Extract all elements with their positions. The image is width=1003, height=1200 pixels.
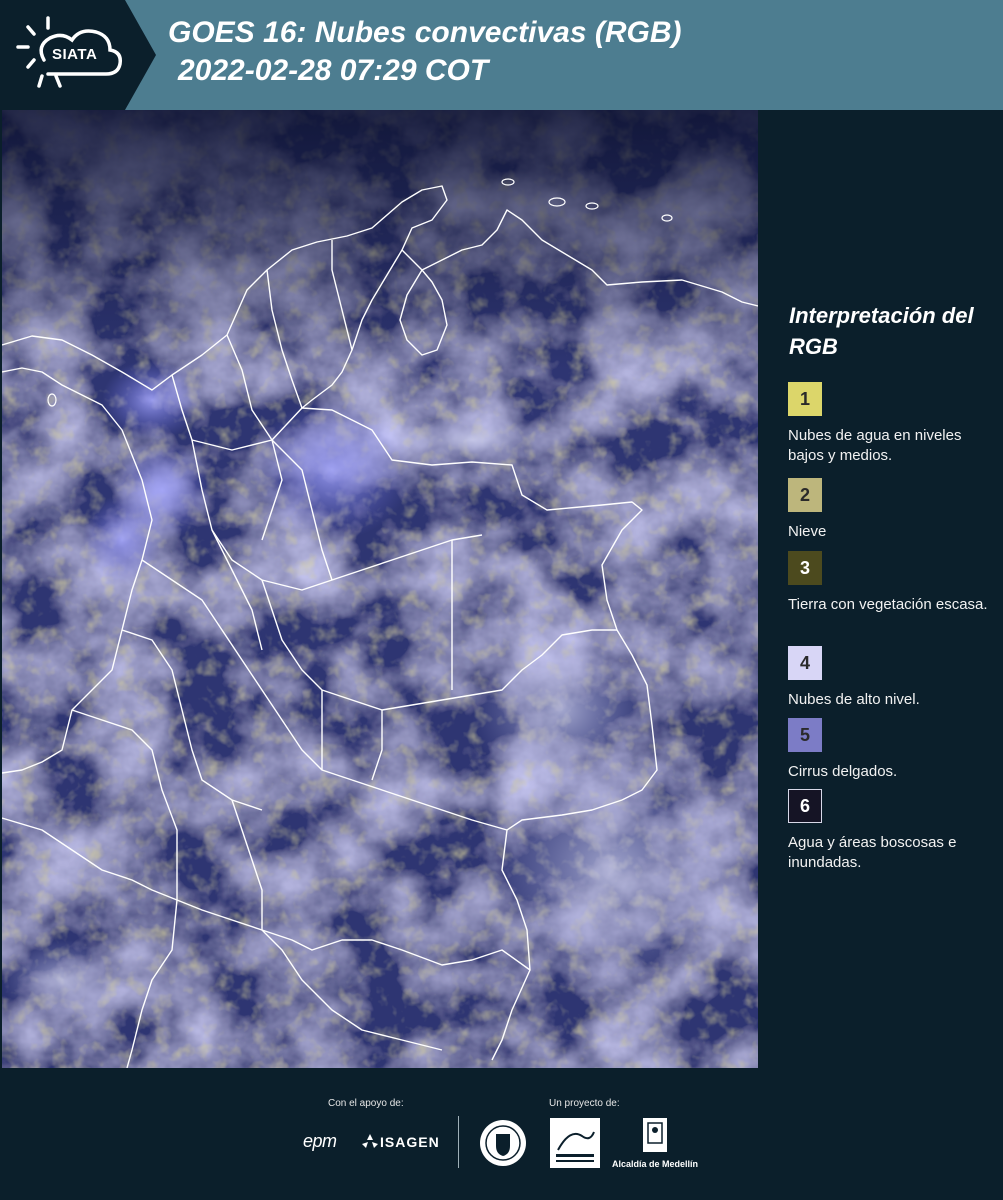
legend-swatch-2: 2 [788,478,822,512]
legend-swatch-3: 3 [788,551,822,585]
legend-item-4: 4 Nubes de alto nivel. [788,646,998,710]
isagen-logo: ISAGEN [380,1134,440,1150]
legend-item-5: 5 Cirrus delgados. [788,718,998,782]
alcaldia-label: Alcaldía de Medellín [612,1159,699,1169]
footer: Con el apoyo de: Un proyecto de: epm ISA… [0,1068,1003,1200]
legend-label-6: Agua y áreas boscosas e inundadas. [788,834,957,871]
legend-label-5: Cirrus delgados. [788,763,898,780]
legend-label-2: Nieve [788,523,827,540]
isagen-mark-icon [362,1134,378,1148]
legend-swatch-1: 1 [788,382,822,416]
epm-logo: epm [303,1131,337,1151]
legend-swatch-6: 6 [788,789,822,823]
project-label: Un proyecto de: [549,1098,620,1109]
page-timestamp: 2022-02-28 07:29 COT [178,54,489,87]
rgb-legend: Interpretación del RGB 1 Nubes de agua e… [760,110,1003,1068]
page-title: GOES 16: Nubes convectivas (RGB) [168,16,682,49]
header-bar: SIATA GOES 16: Nubes convectivas (RGB) 2… [0,0,1003,110]
legend-label-1: Nubes de agua en niveles bajos y medios. [788,427,962,464]
support-label: Con el apoyo de: [328,1098,404,1109]
footer-divider [458,1116,459,1168]
legend-label-3: Tierra con vegetación escasa. [788,596,988,613]
medellin-seal-icon [480,1120,526,1166]
legend-item-1: 1 Nubes de agua en niveles bajos y medio… [788,382,998,466]
logo-badge: SIATA [0,0,156,110]
satellite-map-canvas [2,110,758,1068]
area-metropolitana-logo-icon [550,1118,600,1168]
satellite-map[interactable] [2,110,758,1068]
legend-swatch-5: 5 [788,718,822,752]
legend-title: Interpretación del RGB [789,303,974,359]
legend-swatch-4: 4 [788,646,822,680]
legend-label-4: Nubes de alto nivel. [788,691,920,708]
legend-item-2: 2 Nieve [788,478,998,542]
alcaldia-shield-icon [643,1118,667,1152]
siata-logo-text: SIATA [52,46,98,63]
legend-item-3: 3 Tierra con vegetación escasa. [788,551,998,615]
legend-item-6: 6 Agua y áreas boscosas e inundadas. [788,789,998,873]
